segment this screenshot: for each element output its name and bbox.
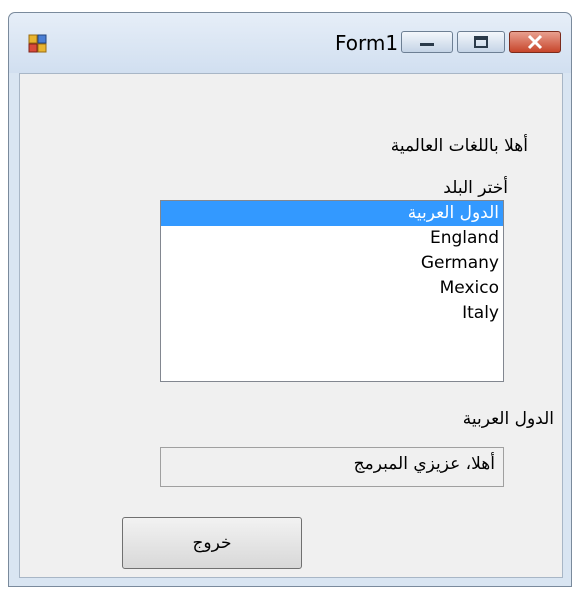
country-listbox[interactable]: الدول العربية England Germany Mexico Ita…: [160, 200, 504, 382]
exit-button[interactable]: خروج: [122, 517, 302, 569]
close-icon: [527, 34, 543, 50]
minimize-icon: [420, 43, 434, 46]
list-item[interactable]: Germany: [161, 251, 503, 276]
greeting-textbox[interactable]: أهلا، عزيزي المبرمج: [160, 447, 504, 487]
list-item[interactable]: الدول العربية: [161, 201, 503, 226]
maximize-icon: [474, 36, 488, 48]
list-item[interactable]: England: [161, 226, 503, 251]
maximize-button[interactable]: [457, 31, 505, 53]
choose-country-label: أختر البلد: [443, 178, 508, 198]
close-button[interactable]: [509, 31, 561, 53]
title-bar[interactable]: Form1: [9, 13, 571, 73]
selected-country-label: الدول العربية: [462, 409, 554, 429]
window-title: Form1: [335, 31, 399, 55]
form1-window: Form1 أهلا باللغات العالمية أختر البلد ا…: [8, 12, 572, 587]
app-icon: [28, 34, 47, 53]
list-item[interactable]: Italy: [161, 301, 503, 326]
list-item[interactable]: Mexico: [161, 276, 503, 301]
minimize-button[interactable]: [401, 31, 453, 53]
welcome-label: أهلا باللغات العالمية: [390, 136, 528, 156]
form-client-area: أهلا باللغات العالمية أختر البلد الدول ا…: [19, 73, 563, 578]
